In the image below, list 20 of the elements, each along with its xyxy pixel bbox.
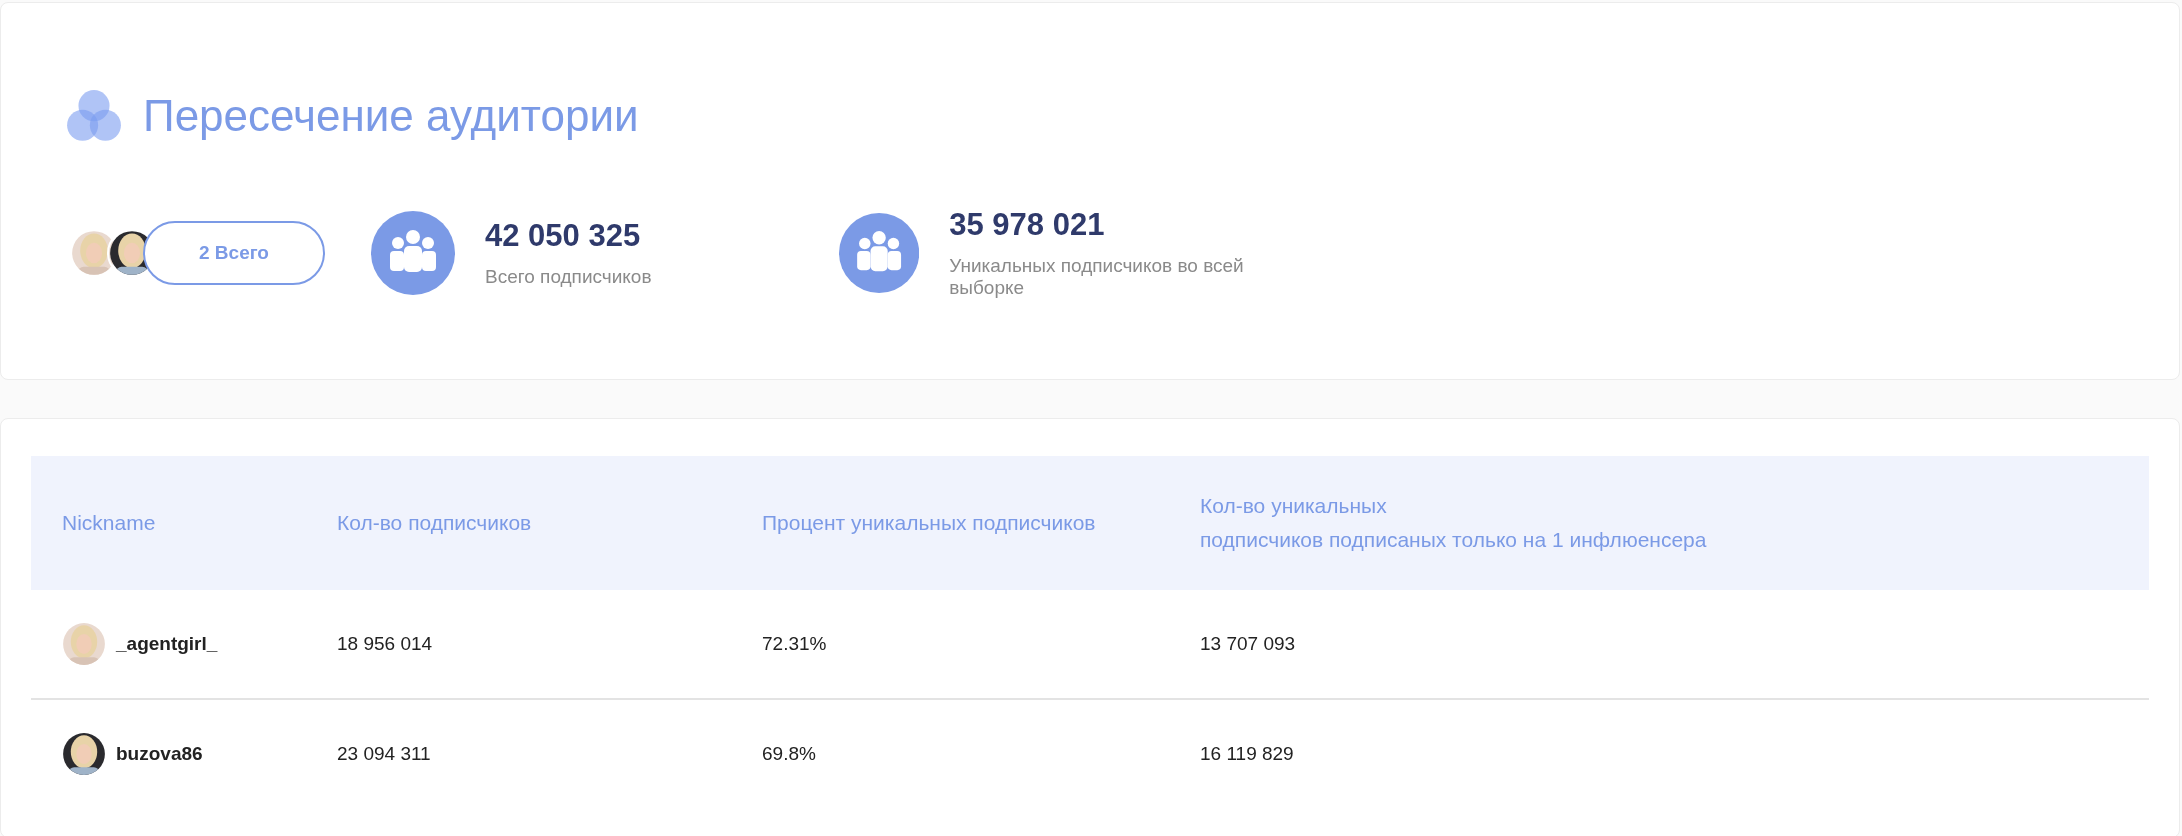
stat-label: Уникальных подписчиков во всей выборке xyxy=(949,255,1245,299)
column-header: Кол-во подписчиков xyxy=(337,510,533,536)
table-cell: 72.31% xyxy=(762,633,827,655)
total-button[interactable]: 2 Всего xyxy=(143,221,325,285)
table-cell: 16 119 829 xyxy=(1200,743,1294,765)
table-cell: 13 707 093 xyxy=(1200,633,1296,655)
column-header: Процент уникальных подписчиков xyxy=(762,510,1097,536)
group-icon xyxy=(371,211,455,295)
group-icon xyxy=(839,211,920,295)
table-cell: 18 956 014 xyxy=(337,633,433,655)
page-title: Пересечение аудитории xyxy=(143,91,639,141)
column-header: Кол-во уникальных подписчиков подписаных только на 1 инфлюенсера xyxy=(1200,493,1708,553)
nickname: buzova86 xyxy=(116,743,203,765)
nickname: _agentgirl_ xyxy=(116,633,218,655)
table-cell: 23 094 311 xyxy=(337,743,431,765)
stat-label: Всего подписчиков xyxy=(485,266,652,288)
table-cell: 69.8% xyxy=(762,743,816,765)
column-header: Nickname xyxy=(61,510,157,536)
stat-value: 42 050 325 xyxy=(485,218,642,254)
stat-value: 35 978 021 xyxy=(949,207,1106,243)
